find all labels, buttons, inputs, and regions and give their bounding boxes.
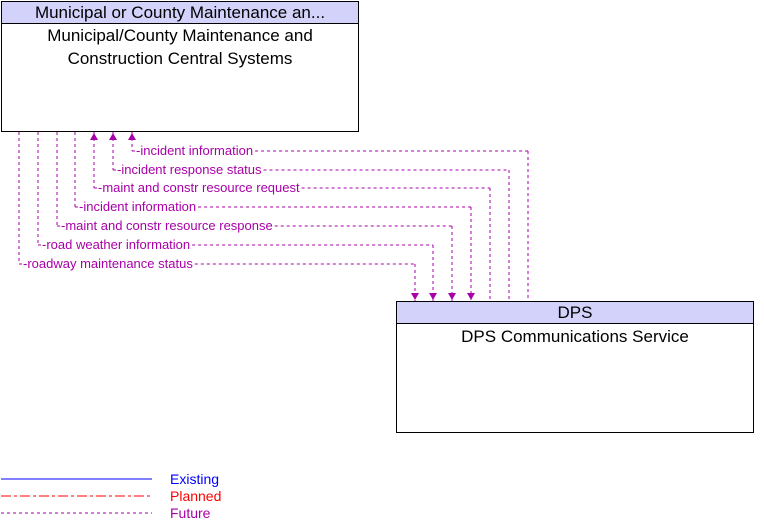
legend-label-planned: Planned xyxy=(170,488,221,504)
legend-label-existing: Existing xyxy=(170,471,219,487)
legend-label-future: Future xyxy=(170,505,211,521)
legend: Existing Planned Future xyxy=(1,471,221,521)
